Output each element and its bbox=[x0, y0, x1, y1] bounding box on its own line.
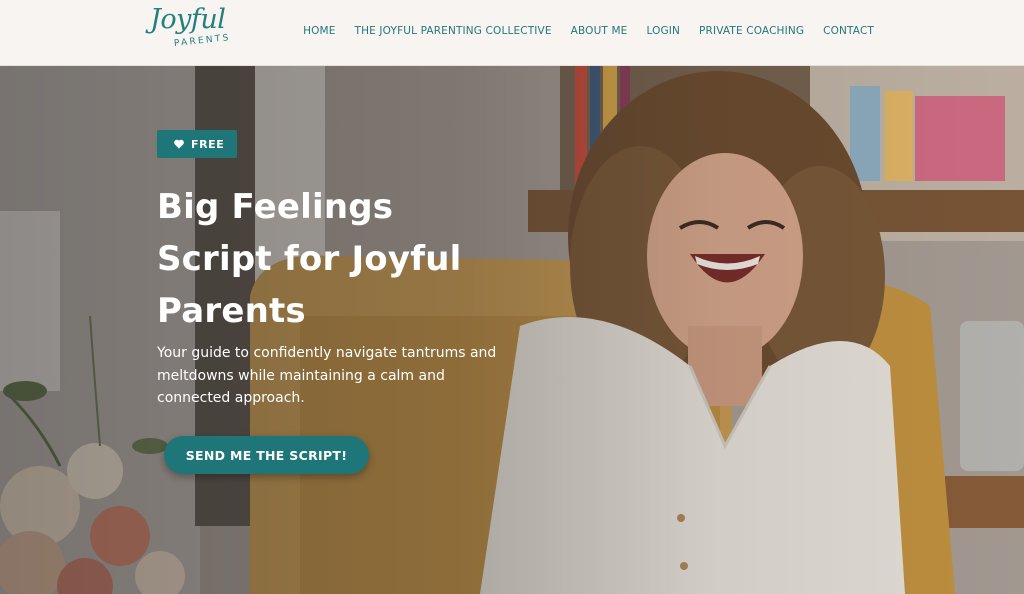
nav-item-home[interactable]: HOME bbox=[303, 25, 335, 37]
hero-subtitle: Your guide to confidently navigate tantr… bbox=[157, 345, 497, 406]
nav-item-private-coaching[interactable]: PRIVATE COACHING bbox=[699, 25, 804, 37]
logo-sub-text: PARENTS bbox=[173, 33, 232, 49]
send-script-button[interactable]: SEND ME THE SCRIPT! bbox=[164, 436, 369, 474]
main-nav: HOME THE JOYFUL PARENTING COLLECTIVE ABO… bbox=[303, 25, 874, 37]
hero-title-line: Parents bbox=[157, 291, 306, 331]
site-header: Joyful PARENTS HOME THE JOYFUL PARENTING… bbox=[0, 0, 1024, 66]
joyful-parents-logo[interactable]: Joyful PARENTS bbox=[148, 4, 232, 60]
nav-item-joyful-parenting-collective[interactable]: THE JOYFUL PARENTING COLLECTIVE bbox=[355, 25, 552, 37]
hero-title: Big Feelings Script for Joyful Parents bbox=[157, 181, 517, 337]
free-badge: FREE bbox=[157, 130, 238, 158]
nav-item-about-me[interactable]: ABOUT ME bbox=[571, 25, 628, 37]
nav-item-login[interactable]: LOGIN bbox=[646, 25, 680, 37]
heart-icon bbox=[174, 139, 184, 149]
nav-item-contact[interactable]: CONTACT bbox=[823, 25, 874, 37]
hero-section: FREE Big Feelings Script for Joyful Pare… bbox=[0, 66, 1024, 594]
logo-script-text: Joyful bbox=[150, 4, 226, 35]
badge-label: FREE bbox=[191, 137, 225, 151]
hero-title-line: Big Feelings bbox=[157, 187, 394, 227]
hero-title-line: Script for Joyful bbox=[157, 239, 462, 279]
